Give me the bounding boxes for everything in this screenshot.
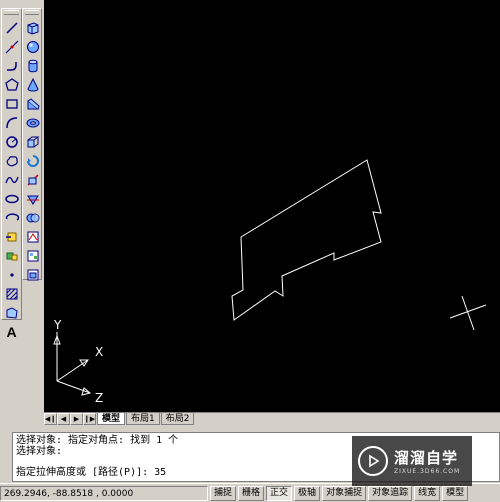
setup-profile-icon[interactable] [23, 265, 42, 284]
ucs-z-label: Z [95, 391, 103, 405]
last-tab-button[interactable]: ❙▶ [83, 413, 96, 425]
setup-view-icon[interactable] [23, 246, 42, 265]
polar-toggle[interactable]: 极轴 [294, 485, 321, 501]
extrude-icon[interactable] [23, 132, 42, 151]
ucs-y-label: Y [53, 318, 62, 332]
ellipse-icon[interactable] [2, 189, 21, 208]
layout-tab-bar: ◀❙ ◀ ▶ ❙▶ 模型 布局1 布局2 [44, 412, 500, 425]
ortho-toggle[interactable]: 正交 [266, 485, 293, 501]
arc-icon[interactable] [2, 113, 21, 132]
otrack-toggle[interactable]: 对象追踪 [368, 485, 413, 501]
toolbar-grip[interactable] [25, 10, 39, 15]
construction-line-icon[interactable] [2, 37, 21, 56]
ucs-icon [53, 332, 92, 396]
ellipse-arc-icon[interactable] [2, 208, 21, 227]
watermark-subtitle: ZIXUE.3D66.COM [394, 468, 461, 475]
torus-icon[interactable] [23, 113, 42, 132]
lineweight-toggle[interactable]: 线宽 [414, 485, 441, 501]
sphere-icon[interactable] [23, 37, 42, 56]
ucs-x-label: X [95, 345, 103, 359]
tab-model[interactable]: 模型 [97, 413, 126, 425]
line-icon[interactable] [2, 18, 21, 37]
model-space-toggle[interactable]: 模型 [442, 485, 469, 501]
cone-icon[interactable] [23, 75, 42, 94]
draw-toolbar: A [1, 8, 22, 340]
region-icon[interactable] [2, 303, 21, 322]
setup-drawing-icon[interactable] [23, 227, 42, 246]
crosshair-cursor [449, 295, 487, 331]
slice-icon[interactable] [23, 170, 42, 189]
snap-toggle[interactable]: 捕捉 [210, 485, 237, 501]
polyline-icon[interactable] [2, 56, 21, 75]
next-tab-button[interactable]: ▶ [70, 413, 83, 425]
interference-icon[interactable] [23, 208, 42, 227]
text-tool-glyph: A [6, 323, 17, 340]
circle-icon[interactable] [2, 132, 21, 151]
watermark-play-icon [358, 446, 388, 476]
modeling-toolbar [22, 8, 42, 280]
osnap-toggle[interactable]: 对象捕捉 [322, 485, 367, 501]
section-icon[interactable] [23, 189, 42, 208]
hatch-icon[interactable] [2, 284, 21, 303]
toolbar-grip[interactable] [4, 10, 19, 15]
wedge-icon[interactable] [23, 94, 42, 113]
grid-toggle[interactable]: 栅格 [238, 485, 265, 501]
first-tab-button[interactable]: ◀❙ [44, 413, 57, 425]
tab-layout2[interactable]: 布局2 [160, 413, 195, 425]
revision-cloud-icon[interactable] [2, 151, 21, 170]
tab-layout1[interactable]: 布局1 [126, 413, 160, 425]
rectangle-icon[interactable] [2, 94, 21, 113]
prev-tab-button[interactable]: ◀ [57, 413, 70, 425]
drawing-svg: Y X Z [53, 159, 487, 405]
coordinate-readout: 269.2946, -88.8518 , 0.0000 [0, 485, 208, 501]
cylinder-icon[interactable] [23, 56, 42, 75]
revolve-icon[interactable] [23, 151, 42, 170]
box-icon[interactable] [23, 18, 42, 37]
extruded-profile[interactable] [231, 159, 382, 321]
drawing-area[interactable]: Y X Z [44, 0, 500, 412]
watermark-text: 溜溜自学 ZIXUE.3D66.COM [394, 447, 460, 475]
spline-icon[interactable] [2, 170, 21, 189]
make-block-icon[interactable] [2, 246, 21, 265]
watermark-title: 溜溜自学 [394, 449, 459, 467]
insert-block-icon[interactable] [2, 227, 21, 246]
text-icon[interactable]: A [2, 322, 21, 341]
autocad-window: A Y X Z ◀❙ ◀ ▶ ❙▶ 模型 布局1 布局2 选择对象: 指定对角点… [0, 0, 500, 502]
watermark: 溜溜自学 ZIXUE.3D66.COM [352, 436, 472, 486]
polygon-icon[interactable] [2, 75, 21, 94]
point-icon[interactable] [2, 265, 21, 284]
